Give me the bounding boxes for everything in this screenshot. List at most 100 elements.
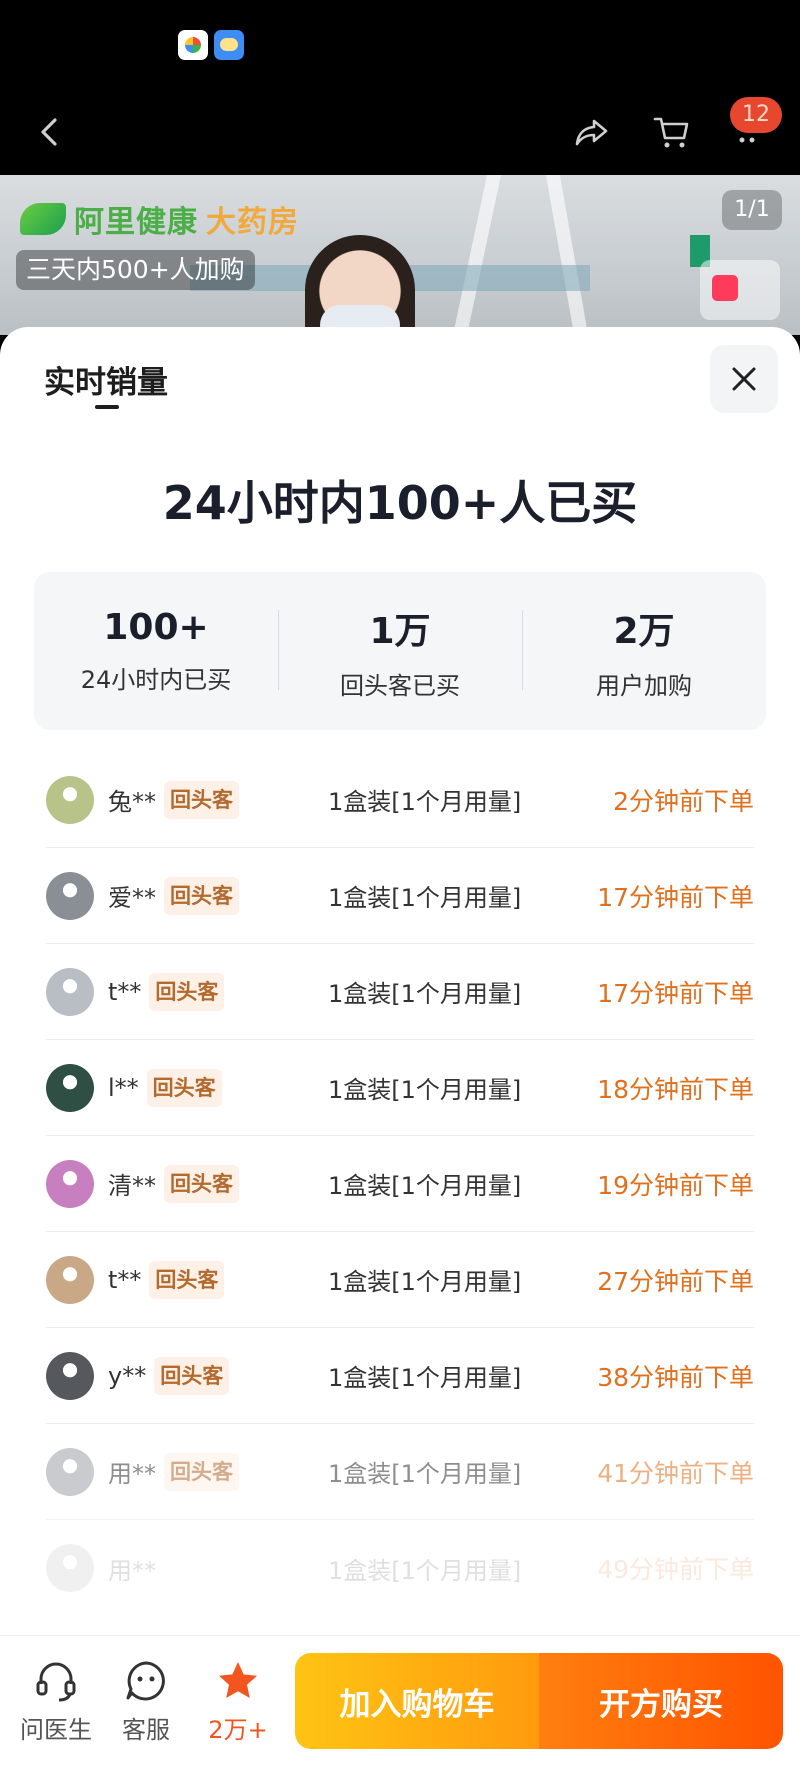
order-time: 18分钟前下单	[597, 1074, 754, 1104]
order-row: 清** 回头客 1盒装[1个月用量] 19分钟前下单	[46, 1136, 754, 1232]
favorites-count: 2万+	[208, 1716, 268, 1744]
service-face-icon	[126, 1661, 165, 1701]
returning-customer-tag: 回头客	[149, 1260, 225, 1299]
user-avatar	[46, 1159, 94, 1208]
headset-icon	[36, 1662, 76, 1702]
product-spec: 1盒装[1个月用量]	[328, 980, 522, 1008]
close-button[interactable]	[710, 345, 778, 413]
user-name: l**	[108, 1073, 139, 1102]
customer-service-button[interactable]: 客服	[106, 1658, 186, 1745]
stat-label: 24小时内已买	[80, 666, 232, 694]
order-row: 用** 回头客 1盒装[1个月用量] 41分钟前下单	[46, 1424, 754, 1520]
user-name: t**	[108, 1265, 142, 1294]
stat-24h: 100+ 24小时内已买	[34, 572, 278, 730]
purchase-buttons: 加入购物车 开方购买	[295, 1653, 783, 1749]
stat-returning: 1万 回头客已买	[278, 572, 522, 730]
title-underline	[95, 405, 119, 409]
product-spec: 1盒装[1个月用量]	[328, 1364, 522, 1392]
prescription-buy-button[interactable]: 开方购买	[539, 1653, 783, 1749]
user-name: y**	[108, 1361, 147, 1390]
cart-count-badge: 12	[730, 97, 782, 133]
returning-customer-tag: 回头客	[154, 1356, 230, 1395]
order-time: 38分钟前下单	[597, 1362, 754, 1392]
order-row: y** 回头客 1盒装[1个月用量] 38分钟前下单	[46, 1328, 754, 1424]
order-time: 41分钟前下单	[597, 1458, 754, 1488]
user-avatar	[46, 1063, 94, 1112]
add-to-cart-button[interactable]: 加入购物车	[295, 1653, 539, 1749]
realtime-sales-sheet: 实时销量 24小时内100+人已买 100+ 24小时内已买 1万 回头客已买 …	[0, 327, 800, 1637]
close-icon	[732, 367, 756, 391]
order-row: t** 回头客 1盒装[1个月用量] 17分钟前下单	[46, 944, 754, 1040]
ask-doctor-button[interactable]: 问医生	[16, 1658, 96, 1745]
star-icon	[219, 1662, 257, 1698]
returning-customer-tag: 回头客	[164, 876, 239, 915]
user-avatar	[46, 1544, 94, 1592]
product-spec: 1盒装[1个月用量]	[328, 788, 522, 816]
returning-customer-tag: 回头客	[164, 1164, 239, 1203]
order-row: t** 回头客 1盒装[1个月用量] 27分钟前下单	[46, 1232, 754, 1328]
image-counter: 1/1	[722, 190, 782, 230]
product-spec: 1盒装[1个月用量]	[328, 884, 522, 912]
product-image[interactable]: 阿里健康 大药房 1/1 三天内500+人加购	[0, 175, 800, 335]
user-name: 兔**	[108, 788, 156, 816]
user-avatar	[46, 775, 94, 824]
order-row: 兔** 回头客 1盒装[1个月用量] 2分钟前下单	[46, 752, 754, 848]
user-name: 清**	[108, 1172, 156, 1200]
order-time: 27分钟前下单	[597, 1266, 754, 1296]
leaf-logo-icon	[20, 203, 66, 235]
order-row: 用** 1盒装[1个月用量] 49分钟前下单	[46, 1520, 754, 1616]
order-time: 2分钟前下单	[613, 786, 754, 816]
logo-text: 阿里健康	[74, 205, 198, 240]
stat-added-to-cart: 2万 用户加购	[522, 572, 766, 730]
order-row: 爱** 回头客 1盒装[1个月用量] 17分钟前下单	[46, 848, 754, 944]
user-avatar	[46, 967, 94, 1016]
top-nav	[0, 90, 800, 175]
order-list: 兔** 回头客 1盒装[1个月用量] 2分钟前下单爱** 回头客 1盒装[1个月用量] 17…	[46, 752, 754, 1616]
user-avatar	[46, 1447, 94, 1496]
user-avatar	[46, 1351, 94, 1400]
returning-customer-tag: 回头客	[149, 972, 225, 1011]
stat-value: 100+	[103, 607, 209, 648]
cart-button[interactable]	[642, 102, 702, 162]
share-button[interactable]	[562, 102, 622, 162]
pharmacy-logo: 阿里健康 大药房	[20, 197, 299, 241]
user-name: 用**	[108, 1460, 156, 1488]
order-time: 17分钟前下单	[597, 978, 754, 1008]
product-spec: 1盒装[1个月用量]	[328, 1460, 522, 1488]
back-button[interactable]	[20, 102, 80, 162]
floating-widget[interactable]	[700, 260, 780, 320]
stat-label: 用户加购	[596, 671, 692, 700]
bottom-action-bar: 问医生 客服 2万+ 加入购物车 开方购买	[0, 1635, 800, 1765]
product-spec: 1盒装[1个月用量]	[328, 1076, 522, 1104]
returning-customer-tag: 回头客	[146, 1068, 222, 1107]
user-avatar	[46, 1255, 94, 1304]
ceiling-light	[545, 175, 589, 335]
share-icon	[575, 119, 608, 146]
user-name: t**	[108, 977, 142, 1006]
ask-doctor-label: 问医生	[20, 1716, 92, 1744]
order-row: l** 回头客 1盒装[1个月用量] 18分钟前下单	[46, 1040, 754, 1136]
stat-value: 2万	[613, 610, 675, 652]
order-time: 19分钟前下单	[597, 1170, 754, 1200]
order-time: 49分钟前下单	[597, 1555, 754, 1584]
order-time: 17分钟前下单	[597, 882, 754, 912]
cart-icon	[653, 117, 689, 148]
product-spec: 1盒装[1个月用量]	[328, 1556, 522, 1585]
sales-headline: 24小时内100+人已买	[162, 476, 638, 530]
customer-service-label: 客服	[122, 1716, 170, 1744]
back-icon	[41, 118, 57, 146]
user-name: 爱**	[108, 884, 156, 912]
returning-customer-tag: 回头客	[164, 1452, 239, 1491]
sheet-title: 实时销量	[44, 365, 168, 401]
product-spec: 1盒装[1个月用量]	[328, 1268, 522, 1296]
stat-label: 回头客已买	[340, 671, 460, 700]
user-avatar	[46, 871, 94, 920]
weather-notification-icon	[214, 30, 244, 60]
product-spec: 1盒装[1个月用量]	[328, 1172, 522, 1200]
returning-customer-tag: 回头客	[164, 780, 239, 819]
favorite-button[interactable]: 2万+	[198, 1658, 278, 1745]
promo-badge: 三天内500+人加购	[16, 250, 255, 290]
ceiling-light	[452, 175, 502, 335]
user-name: 用**	[108, 1556, 156, 1585]
sales-stats: 100+ 24小时内已买 1万 回头客已买 2万 用户加购	[34, 572, 766, 730]
